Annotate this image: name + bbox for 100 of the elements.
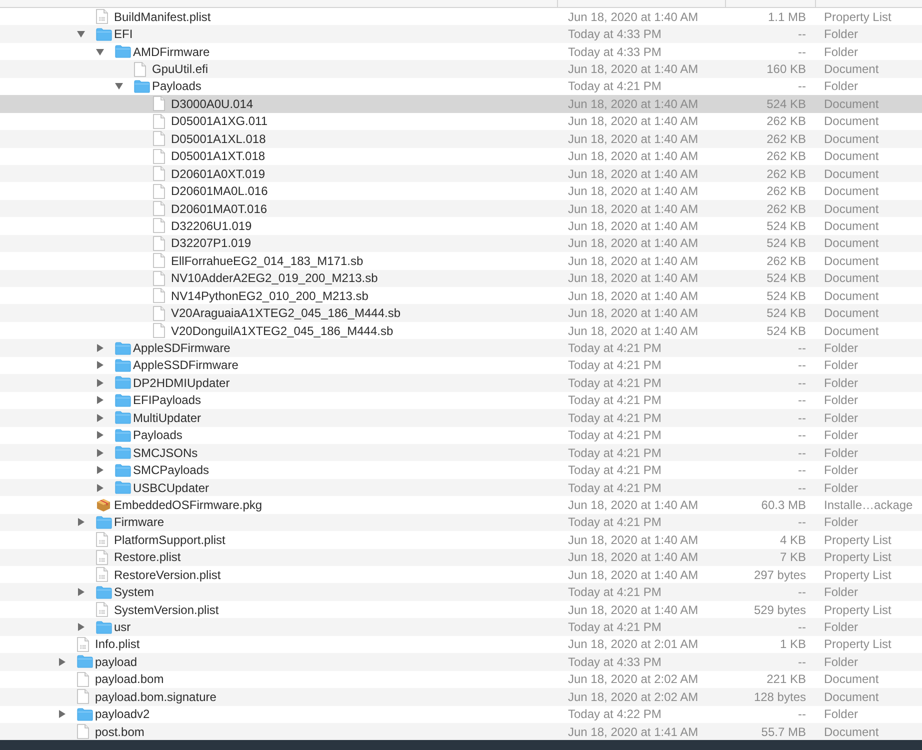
file-row[interactable]: Firmware Today at 4:21 PM -- Folder [0,514,922,532]
date-modified: Today at 4:21 PM [568,376,662,390]
file-row[interactable]: payload Today at 4:33 PM -- Folder [0,653,922,671]
file-name: D05001A1XG.011 [171,113,268,130]
file-row[interactable]: usr Today at 4:21 PM -- Folder [0,618,922,636]
file-row[interactable]: NV10AdderA2EG2_019_200_M213.sb Jun 18, 2020 at 1:40 AM 524 KB Document [0,270,922,287]
file-row[interactable]: D20601MA0T.016 Jun 18, 2020 at 1:40 AM 262 KB Document [0,200,922,218]
file-size: 262 KB [766,200,806,218]
file-kind: Document [824,132,879,146]
disclosure-triangle-icon[interactable] [96,414,104,422]
date-modified: Jun 18, 2020 at 2:02 AM [568,672,698,686]
disclosure-triangle-icon[interactable] [58,658,66,666]
file-row[interactable]: payload.bom.signature Jun 18, 2020 at 2:02 AM 128 bytes Document [0,688,922,706]
file-kind: Property List [824,10,892,24]
file-row[interactable]: MultiUpdater Today at 4:21 PM -- Folder [0,409,922,426]
file-row[interactable]: D32207P1.019 Jun 18, 2020 at 1:40 AM 524 KB Document [0,234,922,252]
file-name: PlatformSupport.plist [114,532,226,549]
disclosure-triangle-icon[interactable] [77,518,85,526]
file-size: -- [798,392,806,410]
list-document-icon [96,9,108,24]
folder-icon [115,342,131,355]
file-row[interactable]: DP2HDMIUpdater Today at 4:21 PM -- Folder [0,374,922,392]
date-modified: Today at 4:33 PM [568,27,662,42]
file-name: D32207P1.019 [171,235,252,252]
disclosure-triangle-icon[interactable] [96,466,104,474]
folder-icon [96,620,112,634]
file-name: payload [95,654,138,671]
file-name: post.bom [95,724,144,741]
document-icon [153,253,165,268]
file-name: V20AraguaiaA1XTEG2_045_186_M444.sb [171,305,400,322]
folder-icon [115,464,131,477]
folder-icon [77,708,93,721]
date-modified: Today at 4:21 PM [568,393,662,408]
file-row[interactable]: D05001A1XL.018 Jun 18, 2020 at 1:40 AM 262 KB Document [0,130,922,148]
file-row[interactable]: AppleSDFirmware Today at 4:21 PM -- Folder [0,339,922,357]
disclosure-triangle-icon[interactable] [96,378,104,387]
disclosure-triangle-icon[interactable] [96,484,104,492]
disclosure-triangle-icon[interactable] [96,48,104,56]
date-modified: Today at 4:21 PM [568,463,662,478]
file-size: -- [798,444,806,462]
file-name: DP2HDMIUpdater [133,374,230,392]
date-modified: Jun 18, 2020 at 1:40 AM [568,602,698,617]
file-size: 55.7 MB [761,724,806,741]
disclosure-triangle-icon[interactable] [96,361,104,370]
file-kind: Document [824,62,879,76]
file-name: Payloads [152,78,202,96]
file-kind: Folder [824,480,858,495]
file-row[interactable]: post.bom Jun 18, 2020 at 1:41 AM 55.7 MB Document [0,722,922,740]
file-row[interactable]: SMCJSONs Today at 4:21 PM -- Folder [0,444,922,462]
document-icon [134,62,146,77]
file-row[interactable]: System Today at 4:21 PM -- Folder [0,583,922,601]
date-modified: Jun 18, 2020 at 1:40 AM [568,149,698,164]
disclosure-triangle-icon[interactable] [115,82,123,90]
file-row[interactable]: EFIPayloads Today at 4:21 PM -- Folder [0,392,922,410]
file-kind: Document [824,96,879,111]
date-modified: Today at 4:33 PM [568,44,662,59]
file-size: 262 KB [766,166,806,183]
file-kind: Document [824,184,879,198]
disclosure-triangle-icon[interactable] [96,448,104,457]
disclosure-triangle-icon[interactable] [96,396,104,404]
date-modified: Jun 18, 2020 at 1:40 AM [568,288,698,303]
date-modified: Jun 18, 2020 at 2:01 AM [568,637,698,652]
file-row[interactable]: BuildManifest.plist Jun 18, 2020 at 1:40 AM 1.1 MB Property List [0,8,922,26]
file-size: 262 KB [766,148,806,166]
file-size: -- [798,357,806,374]
file-kind: Folder [824,376,858,390]
folder-icon [115,376,131,390]
date-modified: Jun 18, 2020 at 2:02 AM [568,690,698,704]
date-modified: Today at 4:21 PM [568,515,662,530]
file-row[interactable]: SystemVersion.plist Jun 18, 2020 at 1:40 AM 529 bytes Property List [0,600,922,618]
disclosure-triangle-icon[interactable] [77,623,85,632]
date-modified: Today at 4:22 PM [568,707,662,722]
file-name: D32206U1.019 [171,218,252,235]
folder-icon [115,45,131,58]
disclosure-triangle-icon[interactable] [58,710,66,718]
file-name: D05001A1XT.018 [171,148,266,166]
date-modified: Jun 18, 2020 at 1:41 AM [568,724,698,739]
file-kind: Document [824,218,879,233]
date-modified: Jun 18, 2020 at 1:40 AM [568,62,698,76]
file-kind: Document [824,166,879,181]
file-row[interactable]: Payloads Today at 4:21 PM -- Folder [0,426,922,444]
disclosure-triangle-icon[interactable] [77,30,85,38]
file-row[interactable]: EFI Today at 4:33 PM -- Folder [0,25,922,43]
file-row[interactable]: Restore.plist Jun 18, 2020 at 1:40 AM 7 KB Property List [0,548,922,566]
file-name: D3000A0U.014 [171,96,254,113]
file-row[interactable]: D3000A0U.014 Jun 18, 2020 at 1:40 AM 524 KB Document [0,95,922,113]
list-document-icon [96,550,108,565]
file-row[interactable]: V20AraguaiaA1XTEG2_045_186_M444.sb Jun 18, 2020 at 1:40 AM 524 KB Document [0,304,922,322]
document-icon [153,114,165,129]
date-modified: Jun 18, 2020 at 1:40 AM [568,254,698,268]
disclosure-triangle-icon[interactable] [96,344,104,352]
file-name: AppleSDFirmware [133,340,230,358]
file-row[interactable]: GpuUtil.efi Jun 18, 2020 at 1:40 AM 160 KB Document [0,60,922,78]
file-row[interactable]: D20601A0XT.019 Jun 18, 2020 at 1:40 AM 262 KB Document [0,164,922,182]
folder-icon [115,358,131,372]
file-row[interactable]: USBCUpdater Today at 4:21 PM -- Folder [0,478,922,496]
disclosure-triangle-icon[interactable] [77,588,85,596]
disclosure-triangle-icon[interactable] [96,431,104,440]
file-name: GpuUtil.efi [152,61,208,78]
date-modified: Today at 4:21 PM [568,446,662,460]
